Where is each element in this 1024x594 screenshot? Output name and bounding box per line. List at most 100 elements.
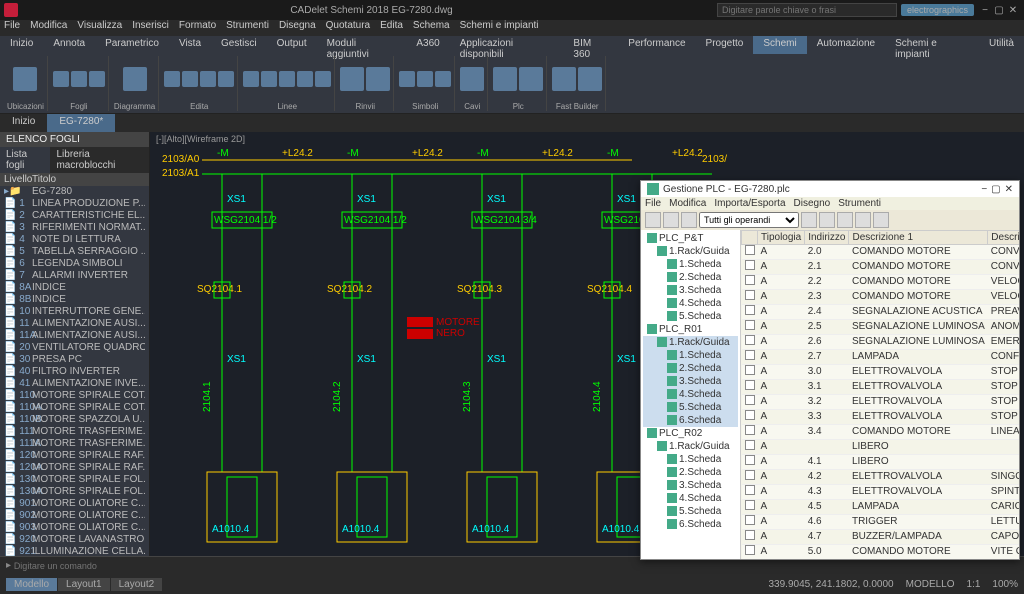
plc-tool-button[interactable] xyxy=(837,212,853,228)
plc-tree[interactable]: PLC_P&T1.Rack/Guida1.Scheda2.Scheda3.Sch… xyxy=(641,230,741,559)
help-search-input[interactable] xyxy=(717,3,897,17)
plc-grid-row[interactable]: A2.5SEGNALAZIONE LUMINOSAANOMALIA xyxy=(742,320,1020,335)
plc-tree-node[interactable]: 6.Scheda xyxy=(643,414,738,427)
plc-grid-row[interactable]: A2.7LAMPADACONFERMA PUNTO MANU xyxy=(742,350,1020,365)
menu-item[interactable]: File xyxy=(4,20,20,36)
sheet-row[interactable]: 📄 11ALIMENTAZIONE AUSI... xyxy=(0,318,149,330)
sheet-row[interactable]: 📄 8BINDICE xyxy=(0,294,149,306)
plc-grid-row[interactable]: A2.3COMANDO MOTOREVELOCITA' 1/3 xyxy=(742,290,1020,305)
ribbon-button[interactable] xyxy=(399,71,415,87)
ribbon-tab[interactable]: Automazione xyxy=(807,36,885,54)
ribbon-button[interactable] xyxy=(578,67,602,91)
ribbon-button[interactable] xyxy=(53,71,69,87)
ribbon-button[interactable] xyxy=(164,71,180,87)
plc-tree-node[interactable]: 1.Rack/Guida xyxy=(643,440,738,453)
menu-item[interactable]: Schemi e impianti xyxy=(460,20,539,36)
sheet-row[interactable]: 📄 111AMOTORE TRASFERIME... xyxy=(0,438,149,450)
plc-tree-node[interactable]: 5.Scheda xyxy=(643,310,738,323)
layout-tab[interactable]: Layout1 xyxy=(58,578,110,591)
ribbon-button[interactable] xyxy=(340,67,364,91)
minimize-button[interactable]: − xyxy=(978,5,992,16)
sheet-row[interactable]: 📄 11AALIMENTAZIONE AUSI... xyxy=(0,330,149,342)
plc-minimize-button[interactable]: − xyxy=(981,184,987,195)
plc-grid-row[interactable]: A3.0ELETTROVALVOLASTOP 1 xyxy=(742,365,1020,380)
menu-item[interactable]: Quotatura xyxy=(326,20,370,36)
plc-grid-row[interactable]: A4.3ELETTROVALVOLASPINTORE xyxy=(742,485,1020,500)
plc-tree-node[interactable]: 3.Scheda xyxy=(643,284,738,297)
plc-grid-header[interactable]: Descrizione 2 xyxy=(988,231,1019,245)
plc-close-button[interactable]: ✕ xyxy=(1005,184,1013,195)
ribbon-button[interactable] xyxy=(552,67,576,91)
menu-item[interactable]: Modifica xyxy=(30,20,67,36)
menu-item[interactable]: Formato xyxy=(179,20,216,36)
sheet-row[interactable]: 📄 2CARATTERISTICHE EL... xyxy=(0,210,149,222)
plc-tree-node[interactable]: 1.Rack/Guida xyxy=(643,336,738,349)
maximize-button[interactable]: ▢ xyxy=(992,5,1006,16)
sheet-row[interactable]: 📄 6LEGENDA SIMBOLI xyxy=(0,258,149,270)
plc-tree-node[interactable]: 4.Scheda xyxy=(643,492,738,505)
plc-tree-node[interactable]: 1.Scheda xyxy=(643,349,738,362)
plc-tree-node[interactable]: PLC_R01 xyxy=(643,323,738,336)
plc-menu-item[interactable]: Importa/Esporta xyxy=(714,198,785,209)
plc-tree-node[interactable]: 4.Scheda xyxy=(643,297,738,310)
menu-item[interactable]: Inserisci xyxy=(132,20,169,36)
command-input[interactable] xyxy=(14,561,1018,571)
sheet-row[interactable]: 📄 901MOTORE OLIATORE C... xyxy=(0,498,149,510)
close-button[interactable]: ✕ xyxy=(1006,5,1020,16)
menu-item[interactable]: Edita xyxy=(380,20,403,36)
document-tab[interactable]: EG-7280* xyxy=(47,114,115,132)
plc-maximize-button[interactable]: ▢ xyxy=(991,184,1000,195)
sheet-row[interactable]: 📄 1LINEA PRODUZIONE P... xyxy=(0,198,149,210)
ribbon-tab[interactable]: Utilità xyxy=(979,36,1024,54)
plc-menu-item[interactable]: Disegno xyxy=(794,198,831,209)
sheet-row[interactable]: 📄 110AMOTORE SPIRALE COT... xyxy=(0,402,149,414)
plc-filter-select[interactable]: Tutti gli operandi xyxy=(699,212,799,228)
sheet-row[interactable]: 📄 110MOTORE SPIRALE COT... xyxy=(0,390,149,402)
plc-tree-node[interactable]: 2.Scheda xyxy=(643,362,738,375)
ribbon-tab[interactable]: Gestisci xyxy=(211,36,267,54)
ribbon-button[interactable] xyxy=(243,71,259,87)
plc-tree-node[interactable]: 5.Scheda xyxy=(643,505,738,518)
plc-grid-row[interactable]: A4.2ELETTROVALVOLASINGOLARIZZATORE xyxy=(742,470,1020,485)
ribbon-button[interactable] xyxy=(366,67,390,91)
sidebar-tab[interactable]: Lista fogli xyxy=(0,147,50,173)
plc-grid-row[interactable]: A4.7BUZZER/LAMPADACAPO LETTO xyxy=(742,530,1020,545)
plc-tree-node[interactable]: 6.Scheda xyxy=(643,518,738,531)
sheet-row[interactable]: 📄 5TABELLA SERRAGGIO ... xyxy=(0,246,149,258)
ribbon-tab[interactable]: Inizio xyxy=(0,36,43,54)
ribbon-tab[interactable]: Schemi e impianti xyxy=(885,36,979,54)
ribbon-button[interactable] xyxy=(417,71,433,87)
sheet-row[interactable]: 📄 10INTERRUTTORE GENE... xyxy=(0,306,149,318)
plc-tree-node[interactable]: 2.Scheda xyxy=(643,271,738,284)
plc-tool-button[interactable] xyxy=(681,212,697,228)
sheet-row[interactable]: 📄 902MOTORE OLIATORE C... xyxy=(0,510,149,522)
sheet-row[interactable]: 📄 30PRESA PC xyxy=(0,354,149,366)
ribbon-button[interactable] xyxy=(261,71,277,87)
sheet-row[interactable]: 📄 110BMOTORE SPAZZOLA U... xyxy=(0,414,149,426)
plc-menu-item[interactable]: File xyxy=(645,198,661,209)
menu-item[interactable]: Disegna xyxy=(279,20,316,36)
sheet-row[interactable]: 📄 40FILTRO INVERTER xyxy=(0,366,149,378)
ribbon-button[interactable] xyxy=(460,67,484,91)
sheet-row[interactable]: 📄 20VENTILATORE QUADRO xyxy=(0,342,149,354)
plc-grid-row[interactable]: A2.1COMANDO MOTORECONVEYOR INDIETRO xyxy=(742,260,1020,275)
plc-grid-header[interactable]: Tipologia xyxy=(758,231,805,245)
ribbon-tab[interactable]: Applicazioni disponibili xyxy=(450,36,564,54)
ribbon-button[interactable] xyxy=(315,71,331,87)
plc-tool-button[interactable] xyxy=(855,212,871,228)
ribbon-tab[interactable]: Vista xyxy=(169,36,211,54)
plc-tree-node[interactable]: 4.Scheda xyxy=(643,388,738,401)
plc-tree-node[interactable]: 5.Scheda xyxy=(643,401,738,414)
plc-grid-header[interactable] xyxy=(742,231,758,245)
ribbon-tab[interactable]: Annota xyxy=(43,36,95,54)
plc-tree-node[interactable]: 1.Scheda xyxy=(643,258,738,271)
plc-grid-row[interactable]: A3.1ELETTROVALVOLASTOP 2 xyxy=(742,380,1020,395)
plc-manager-window[interactable]: Gestione PLC - EG-7280.plc − ▢ ✕ FileMod… xyxy=(640,180,1020,560)
plc-grid-row[interactable]: A3.2ELETTROVALVOLASTOP 3 xyxy=(742,395,1020,410)
plc-grid-row[interactable]: ALIBERO xyxy=(742,440,1020,455)
plc-grid-row[interactable]: A3.3ELETTROVALVOLASTOP 4 xyxy=(742,410,1020,425)
plc-grid-row[interactable]: A4.5LAMPADACARICO ATTIVO xyxy=(742,500,1020,515)
ribbon-button[interactable] xyxy=(123,67,147,91)
menu-item[interactable]: Visualizza xyxy=(77,20,122,36)
sheet-row[interactable]: 📄 920MOTORE LAVANASTRO xyxy=(0,534,149,546)
